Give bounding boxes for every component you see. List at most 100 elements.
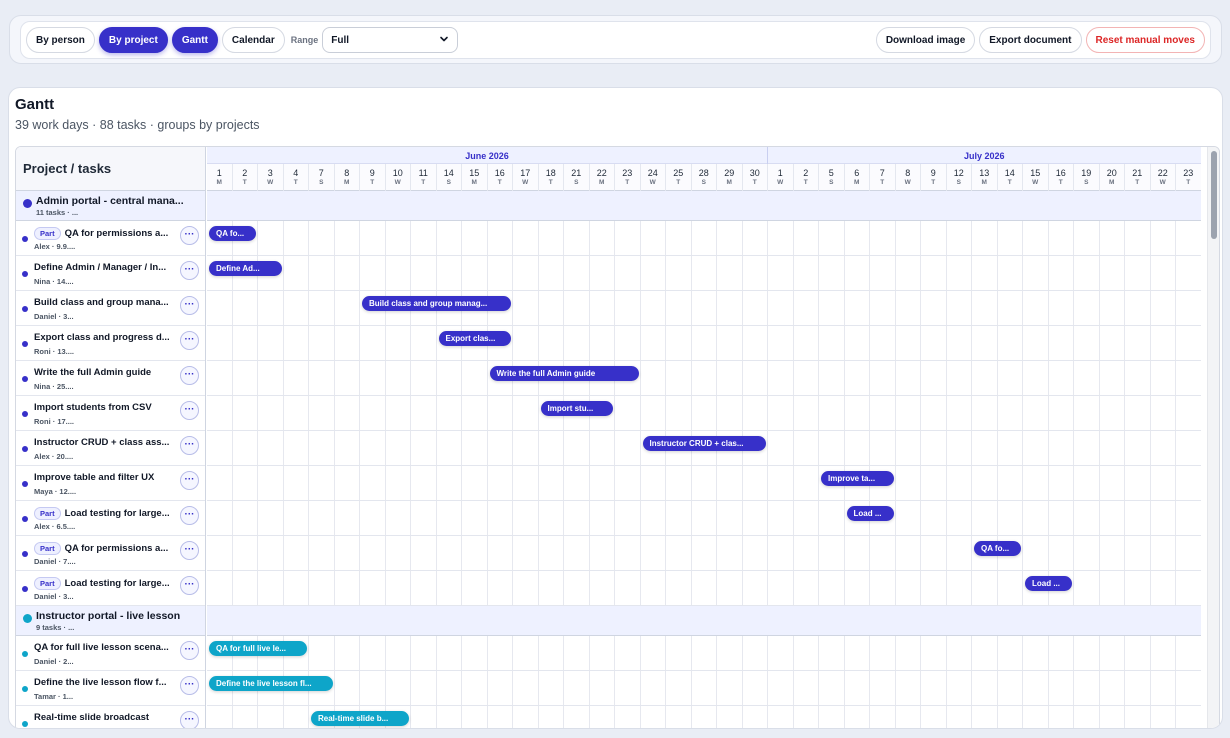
task-title-line: Write the full Admin guide: [34, 367, 151, 378]
project-task-count: 9 tasks · ...: [36, 623, 75, 632]
task-title-line: Improve table and filter UX: [34, 472, 154, 483]
task-row[interactable]: Part QA for permissions a... Alex · 9.9...…: [16, 221, 205, 256]
task-row[interactable]: Export class and progress d... Roni · 13.…: [16, 326, 205, 361]
part-badge: Part: [34, 507, 61, 520]
task-bar[interactable]: Build class and group manag...: [362, 296, 512, 311]
task-bar[interactable]: Export clas...: [438, 331, 512, 346]
more-options-button[interactable]: ···: [180, 641, 199, 660]
vertical-scrollbar[interactable]: [1207, 147, 1219, 728]
day-weekday: T: [1058, 179, 1063, 186]
task-row[interactable]: Build class and group mana... Daniel · 3.…: [16, 291, 205, 326]
task-assignee: Daniel · 2...: [34, 657, 74, 666]
more-options-button[interactable]: ···: [180, 711, 199, 728]
task-title-line: Define the live lesson flow f...: [34, 677, 167, 688]
day-header: 7T: [870, 164, 896, 191]
task-title: Instructor CRUD + class ass...: [34, 437, 170, 448]
task-bar[interactable]: Load ...: [1025, 576, 1073, 591]
more-options-button[interactable]: ···: [180, 296, 199, 315]
task-bar[interactable]: Load ...: [846, 506, 894, 521]
day-number: 15: [1030, 168, 1041, 178]
more-options-button[interactable]: ···: [180, 331, 199, 350]
task-color-dot: [22, 721, 28, 727]
task-title-line: Instructor CRUD + class ass...: [34, 437, 169, 448]
task-timeline-row: [207, 466, 1201, 501]
day-number: 21: [571, 168, 582, 178]
more-options-button[interactable]: ···: [180, 541, 199, 560]
task-bar[interactable]: Import stu...: [540, 401, 614, 416]
day-number: 21: [1132, 168, 1143, 178]
day-header: 25 T: [666, 164, 692, 191]
task-timeline-row: [207, 536, 1201, 571]
task-bar[interactable]: Instructor CRUD + clas...: [642, 436, 767, 451]
by-project-button[interactable]: By project: [98, 27, 168, 53]
more-options-button[interactable]: ···: [180, 366, 199, 385]
task-title: Build class and group mana...: [34, 297, 169, 308]
task-bar[interactable]: Write the full Admin guide: [489, 366, 639, 381]
more-options-button[interactable]: ···: [180, 471, 199, 490]
day-number: 12: [953, 168, 964, 178]
part-badge: Part: [34, 227, 61, 240]
task-title: Write the full Admin guide: [34, 367, 152, 378]
day-header-row: 1 M 2 T 3 W 4 T 7 S 8 M 9 T 10 W 11 T 14 S 15 M 16 T 17 W 18 T 21 S 22…: [207, 164, 1201, 191]
day-weekday: T: [625, 179, 630, 186]
calendar-button[interactable]: Calendar: [221, 27, 285, 53]
task-bar[interactable]: Define the live lesson fl...: [209, 676, 333, 691]
task-row[interactable]: Define the live lesson flow f... Tamar · …: [16, 671, 205, 706]
task-bar[interactable]: Improve ta...: [821, 471, 894, 486]
range-select[interactable]: Full: [322, 27, 459, 53]
more-options-button[interactable]: ···: [180, 576, 199, 595]
task-row[interactable]: Part QA for permissions a... Daniel · 7...…: [16, 536, 205, 571]
more-options-button[interactable]: ···: [180, 676, 199, 695]
day-header: 3W: [258, 164, 284, 191]
more-options-button[interactable]: ···: [180, 506, 199, 525]
task-bar[interactable]: QA fo...: [209, 226, 257, 241]
scrollbar-thumb[interactable]: [1211, 151, 1217, 239]
toolbar-card: By person By project Gantt Calendar Rang…: [9, 15, 1222, 64]
task-row[interactable]: Part Load testing for large... Daniel · 3.…: [16, 571, 205, 606]
day-header: 19 S: [1074, 164, 1100, 191]
task-assignee: Alex · 20....: [34, 452, 74, 461]
reset-manual-moves-button[interactable]: Reset manual moves: [1085, 27, 1205, 53]
export-document-button[interactable]: Export document: [979, 27, 1082, 53]
more-options-button[interactable]: ···: [180, 401, 199, 420]
day-number: 9: [369, 168, 375, 178]
more-options-button[interactable]: ···: [180, 226, 199, 245]
task-row[interactable]: Instructor CRUD + class ass... Alex · 20.…: [16, 431, 205, 466]
by-person-button[interactable]: By person: [26, 27, 95, 53]
project-group-row[interactable]: Admin portal - central mana... 11 tasks ·…: [16, 191, 205, 221]
task-color-dot: [22, 271, 28, 277]
task-title-line: Part QA for permissions a...: [34, 227, 168, 240]
download-image-button[interactable]: Download image: [875, 27, 976, 53]
day-weekday: W: [1159, 179, 1166, 186]
task-title: Define the live lesson flow f...: [34, 677, 167, 688]
task-row[interactable]: Real-time slide broadcast ···: [16, 706, 205, 728]
task-assignee: Nina · 14....: [34, 277, 74, 286]
project-title: Admin portal - central mana...: [36, 195, 184, 207]
task-row[interactable]: Improve table and filter UX Maya · 12....…: [16, 466, 205, 501]
task-timeline-row: [207, 361, 1201, 396]
more-options-button[interactable]: ···: [180, 436, 199, 455]
task-row[interactable]: Define Admin / Manager / In... Nina · 14.…: [16, 256, 205, 291]
task-row[interactable]: Write the full Admin guide Nina · 25.... ·…: [16, 361, 205, 396]
task-color-dot: [22, 376, 28, 382]
task-assignee: Alex · 9.9....: [34, 242, 76, 251]
day-weekday: M: [344, 179, 350, 186]
task-bar[interactable]: Define Ad...: [209, 261, 282, 276]
task-row[interactable]: Import students from CSV Roni · 17.... ···: [16, 396, 205, 431]
day-header: 5S: [819, 164, 845, 191]
task-assignee: Roni · 13....: [34, 347, 75, 356]
more-options-button[interactable]: ···: [180, 261, 199, 280]
task-row[interactable]: QA for full live lesson scena... Daniel ·…: [16, 636, 205, 671]
timeline-pane[interactable]: June 2026 July 2026 1 M 2 T 3 W 4 T 7 S 8 M 9 T 10 W 11 T 1…: [207, 147, 1201, 728]
task-color-dot: [22, 651, 28, 657]
month-label: June 2026: [207, 147, 768, 164]
task-bar[interactable]: QA for full live le...: [209, 641, 308, 656]
task-bar[interactable]: Real-time slide b...: [311, 711, 410, 726]
task-timeline-row: [207, 291, 1201, 326]
gantt-button[interactable]: Gantt: [171, 27, 218, 53]
project-group-row[interactable]: Instructor portal - live lesson 9 tasks ·…: [16, 606, 205, 636]
task-title: Export class and progress d...: [34, 332, 170, 343]
day-weekday: W: [1032, 179, 1039, 186]
task-bar[interactable]: QA fo...: [974, 541, 1022, 556]
task-row[interactable]: Part Load testing for large... Alex · 6.5.…: [16, 501, 205, 536]
